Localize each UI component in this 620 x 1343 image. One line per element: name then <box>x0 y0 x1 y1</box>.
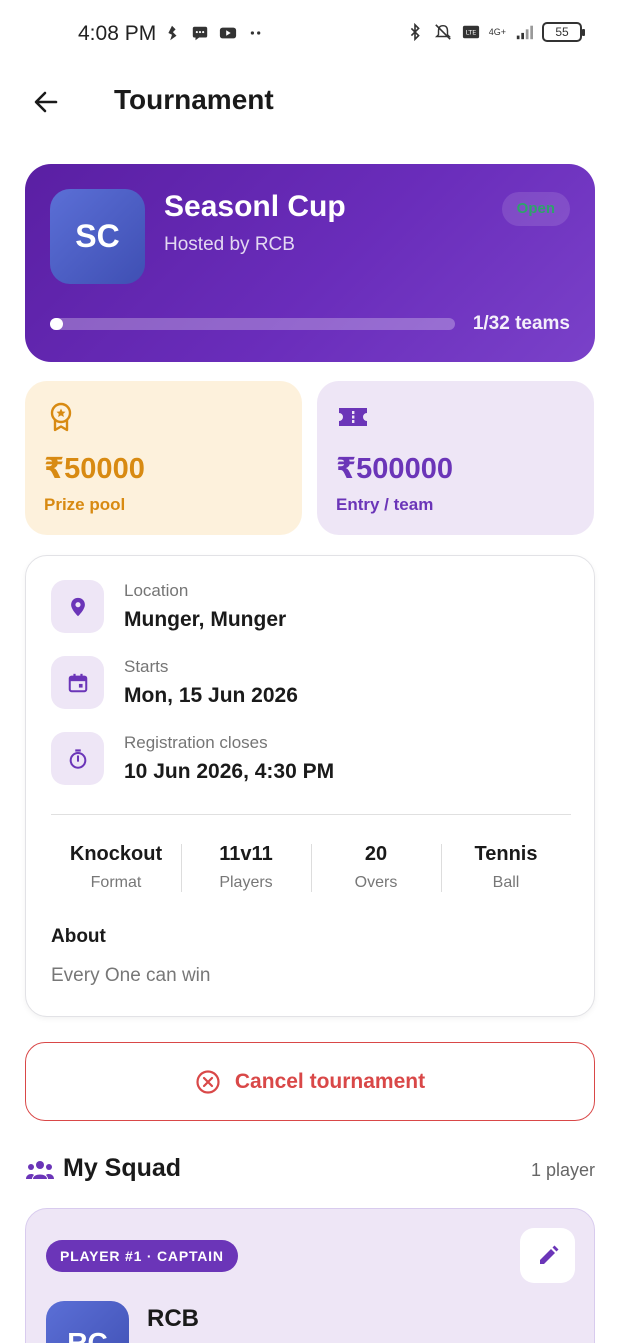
teams-count: 1/32 teams <box>472 313 570 334</box>
calendar-icon-box <box>51 656 104 709</box>
battery-icon: 55 <box>542 22 585 42</box>
svg-text:LTE: LTE <box>466 30 476 37</box>
entry-fee-label: Entry / team <box>336 495 434 514</box>
entry-fee-value: ₹500000 <box>336 453 453 485</box>
arrow-left-icon <box>34 91 58 113</box>
teams-progress-bar <box>50 318 455 330</box>
app-header: Tournament <box>0 72 620 132</box>
meta-value: 20 <box>364 843 388 865</box>
more-dots-icon <box>250 31 261 35</box>
registration-label: Registration closes <box>124 733 268 752</box>
timer-icon <box>69 748 86 769</box>
cancel-tournament-button[interactable]: Cancel tournament <box>25 1042 595 1121</box>
registration-value: 10 Jun 2026, 4:30 PM <box>124 760 335 783</box>
start-date-value: Mon, 15 Jun 2026 <box>124 684 298 707</box>
prize-pool-value: ₹50000 <box>44 453 145 485</box>
tournament-name: Seasonl Cup <box>164 190 346 223</box>
signal-icon <box>516 25 533 40</box>
captain-badge: PLAYER #1 · CAPTAIN <box>46 1240 238 1272</box>
meta-label: Format <box>90 874 142 891</box>
pencil-icon <box>539 1245 558 1264</box>
meta-label: Players <box>219 874 273 891</box>
entry-fee-card: ₹500000 Entry / team <box>317 381 594 535</box>
meta-value: Tennis <box>474 843 538 865</box>
player-name: RCB <box>147 1305 199 1332</box>
tournament-details-card: Location Munger, Munger Starts Mon, 15 J… <box>25 555 595 1017</box>
meta-value: Knockout <box>69 843 163 865</box>
teams-progress-fill <box>50 318 63 330</box>
match-meta-row: Knockout Format 11v11 Players 20 Overs T… <box>51 840 571 896</box>
meta-format: Knockout Format <box>51 840 181 896</box>
notification-icons <box>162 24 266 42</box>
start-date-row: Starts Mon, 15 Jun 2026 <box>51 656 571 712</box>
location-icon-box <box>51 580 104 633</box>
player-avatar: RC <box>46 1301 129 1343</box>
back-button[interactable] <box>28 84 64 120</box>
details-divider <box>51 814 571 815</box>
meta-overs: 20 Overs <box>311 840 441 896</box>
tournament-host: Hosted by RCB <box>164 234 295 255</box>
status-time: 4:08 PM <box>78 22 157 45</box>
network-type: 4G+ <box>488 26 506 37</box>
location-row: Location Munger, Munger <box>51 580 571 636</box>
my-squad-header: My Squad 1 player <box>25 1150 595 1190</box>
timer-icon-box <box>51 732 104 785</box>
group-icon <box>26 1161 54 1179</box>
start-date-label: Starts <box>124 657 169 676</box>
message-icon <box>192 26 208 41</box>
my-squad-title: My Squad <box>63 1154 182 1182</box>
cancel-tournament-label: Cancel tournament <box>234 1069 426 1093</box>
location-pin-icon <box>70 597 85 616</box>
ticket-icon <box>339 408 367 426</box>
meta-value: 11v11 <box>219 843 273 865</box>
bluetooth-icon <box>410 23 420 41</box>
tournament-avatar: SC <box>50 189 145 284</box>
calendar-icon <box>68 673 87 692</box>
status-bar: 4:08 PM LTE 4G+ 55 <box>0 0 620 72</box>
award-icon <box>50 402 72 432</box>
squad-player-count: 1 player <box>530 1160 595 1180</box>
prize-pool-card: ₹50000 Prize pool <box>25 381 302 535</box>
app-notification-icon <box>168 25 177 41</box>
meta-players: 11v11 Players <box>181 840 311 896</box>
edit-player-button[interactable] <box>520 1228 575 1283</box>
status-badge: Open <box>501 192 570 226</box>
location-label: Location <box>124 581 189 600</box>
mute-icon <box>434 24 451 40</box>
location-value: Munger, Munger <box>124 608 287 631</box>
player-card[interactable]: PLAYER #1 · CAPTAIN RC RCB <box>25 1208 595 1343</box>
youtube-icon <box>219 27 237 39</box>
tournament-hero-card: SC Seasonl Cup Hosted by RCB Open 1/32 t… <box>25 164 595 362</box>
meta-ball: Tennis Ball <box>441 840 571 896</box>
volte-icon: LTE <box>462 25 479 39</box>
page-title: Tournament <box>114 84 274 115</box>
meta-label: Ball <box>492 874 520 891</box>
meta-label: Overs <box>354 874 398 891</box>
prize-pool-label: Prize pool <box>44 495 126 514</box>
cancel-circle-icon <box>196 1069 220 1094</box>
system-icons: LTE 4G+ 55 <box>405 22 585 42</box>
about-text: Every One can win <box>51 965 211 986</box>
about-heading: About <box>51 926 106 947</box>
registration-row: Registration closes 10 Jun 2026, 4:30 PM <box>51 732 571 788</box>
